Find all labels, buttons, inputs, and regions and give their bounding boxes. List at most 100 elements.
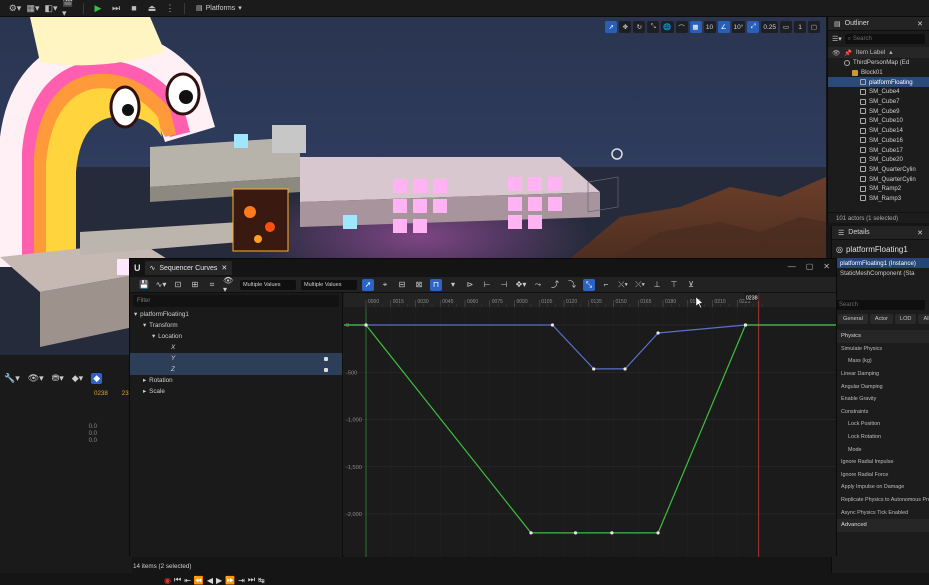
tree-row[interactable]: Y	[130, 353, 342, 364]
chevron-down-icon[interactable]: ▾	[152, 333, 155, 340]
property-row[interactable]: Simulate Physics	[832, 343, 929, 356]
keyframe-point[interactable]	[743, 323, 748, 327]
property-row[interactable]: Lock Rotation	[832, 431, 929, 444]
blueprint-icon[interactable]: ◧▾	[44, 3, 58, 14]
grid-snap-icon[interactable]: ▦	[689, 21, 702, 33]
close-icon[interactable]: ✕	[917, 20, 923, 28]
step-back-icon[interactable]: ⏪	[194, 576, 204, 585]
keyframe-point[interactable]	[364, 323, 368, 327]
platforms-button[interactable]: ▤ Platforms ▾	[192, 4, 246, 13]
outliner-row[interactable]: SM_Ramp2	[828, 184, 929, 194]
transform-tool-icon[interactable]: ⌖	[379, 279, 391, 291]
select-mode-icon[interactable]: ➚	[605, 21, 618, 33]
post-infinity-icon[interactable]: ⤬▾	[634, 279, 646, 291]
sequencer-tab[interactable]: ∿ Sequencer Curves ✕	[144, 261, 233, 275]
angle-snap-icon[interactable]: ∠	[717, 21, 730, 33]
straighten-icon[interactable]: ⊣	[498, 279, 510, 291]
details-search-input[interactable]: Search	[836, 300, 925, 310]
frame-all-icon[interactable]: ⊞	[189, 279, 201, 291]
normalize-icon[interactable]: ⊻	[685, 279, 697, 291]
keyframe-point[interactable]	[550, 323, 555, 327]
tree-row[interactable]: ▸ Scale	[130, 386, 342, 397]
flatten-icon[interactable]: ⊢	[481, 279, 493, 291]
details-tab-general[interactable]: General	[838, 314, 868, 324]
property-row[interactable]: Apply Impulse on Damage	[832, 481, 929, 494]
multi-select-icon[interactable]: ⊠	[413, 279, 425, 291]
value-field[interactable]: Multiple Values	[301, 279, 357, 290]
close-icon[interactable]: ✕	[917, 229, 923, 237]
curve-view-icon[interactable]: ∿▾	[155, 279, 167, 291]
outliner-row[interactable]: Block01	[828, 68, 929, 78]
filter-icon[interactable]: ⛃▾	[52, 373, 64, 384]
filter-input[interactable]: Filter	[133, 295, 339, 307]
property-category[interactable]: Advanced	[832, 518, 929, 532]
record-icon[interactable]: ◉	[164, 576, 171, 585]
next-key-icon[interactable]: ⇥	[238, 576, 245, 585]
tree-row[interactable]: Z	[130, 364, 342, 375]
details-tab-lod[interactable]: LOD	[894, 314, 917, 324]
cinematics-icon[interactable]: 🎬▾	[62, 0, 76, 18]
keyframe-point[interactable]	[573, 531, 578, 535]
item-label-header[interactable]: Item Label	[856, 49, 885, 56]
property-row[interactable]: Constraints	[832, 406, 929, 419]
camera-speed-value[interactable]: 1	[794, 21, 806, 33]
jump-end-icon[interactable]: ⏭	[248, 575, 255, 585]
stop-icon[interactable]: ■	[127, 3, 141, 14]
outliner-row[interactable]: SM_Cube9	[828, 106, 929, 116]
chevron-down-icon[interactable]: ▾	[134, 311, 137, 318]
property-row[interactable]: Mass (kg)	[832, 355, 929, 368]
tree-row[interactable]: ▾ Transform	[130, 320, 342, 331]
chevron-right-icon[interactable]: ▸	[143, 388, 146, 395]
property-row[interactable]: Ignore Radial Impulse	[832, 456, 929, 469]
linear-icon[interactable]: ⤡	[583, 278, 595, 291]
align-icon[interactable]: ⊥	[651, 279, 663, 291]
play-icon[interactable]: ▶	[216, 576, 222, 585]
close-window-icon[interactable]: ✕	[823, 262, 830, 271]
maximize-icon[interactable]: ▢	[808, 21, 820, 33]
pre-infinity-icon[interactable]: ⤫▾	[617, 279, 629, 291]
details-tab-all[interactable]: All	[918, 314, 929, 324]
outliner-row[interactable]: SM_Cube17	[828, 145, 929, 155]
move-tool-icon[interactable]: ✥	[619, 21, 632, 33]
key-indicator-icon[interactable]	[324, 356, 328, 361]
filter-icon[interactable]: ☰▾	[832, 35, 842, 43]
property-row[interactable]: Angular Damping	[832, 380, 929, 393]
outliner-row[interactable]: SM_Cube16	[828, 136, 929, 146]
key-indicator-icon[interactable]	[324, 367, 328, 372]
cubic-break-icon[interactable]: ⤵	[566, 279, 578, 291]
surface-snap-icon[interactable]: ⌒	[675, 21, 688, 33]
diamond-icon[interactable]: ◆▾	[72, 373, 83, 384]
keyframe-point[interactable]	[592, 367, 596, 371]
modes-icon[interactable]: ⚙▾	[8, 3, 22, 14]
sort-icon[interactable]: ▴	[889, 49, 892, 56]
curve-canvas[interactable]: 0000 0015 0030 0045 0060 0075 0090 0105 0120 0135…	[333, 293, 861, 557]
distribute-icon[interactable]: ⊤	[668, 279, 680, 291]
view-options-icon[interactable]: 👁▾	[223, 276, 235, 294]
tree-row[interactable]: ▾ platformFloating1	[130, 309, 342, 320]
property-row[interactable]: Lock Position	[832, 418, 929, 431]
tangent-icon[interactable]: ⊳	[464, 279, 476, 291]
tree-row[interactable]: ▸ Rotation	[130, 375, 342, 386]
snap-icon[interactable]: ⊓	[430, 278, 442, 291]
keyframe-point[interactable]	[623, 367, 627, 371]
time-field[interactable]: Multiple Values	[240, 279, 296, 290]
jump-start-icon[interactable]: ⏮	[174, 575, 181, 585]
details-tab[interactable]: ☰ Details ✕	[832, 226, 929, 240]
cubic-user-icon[interactable]: ⤴	[549, 279, 561, 291]
details-tab-actor[interactable]: Actor	[869, 314, 893, 324]
property-row[interactable]: Ignore Radial Force	[832, 469, 929, 482]
content-icon[interactable]: ▦▾	[26, 3, 40, 14]
loop-icon[interactable]: ↹	[258, 576, 265, 585]
camera-speed-icon[interactable]: ▭	[780, 21, 792, 33]
value-snap-icon[interactable]: ▾	[447, 279, 459, 291]
prev-key-icon[interactable]: ⇤	[184, 576, 191, 585]
skip-icon[interactable]: ⏭	[109, 3, 123, 14]
reverse-icon[interactable]: ◀	[207, 576, 213, 585]
curve-graph[interactable]: 0000 0015 0030 0045 0060 0075 0090 0105 0120 0135…	[333, 293, 861, 557]
eye-icon[interactable]: 👁▾	[28, 373, 44, 384]
angle-value[interactable]: 10°	[731, 21, 746, 33]
more-options-icon[interactable]: ⋮	[163, 3, 177, 14]
outliner-row[interactable]: platformFloating	[828, 77, 929, 88]
outliner-row[interactable]: SM_Ramp3	[828, 194, 929, 204]
property-row[interactable]: Replicate Physics to Autonomous Prox	[832, 494, 929, 507]
